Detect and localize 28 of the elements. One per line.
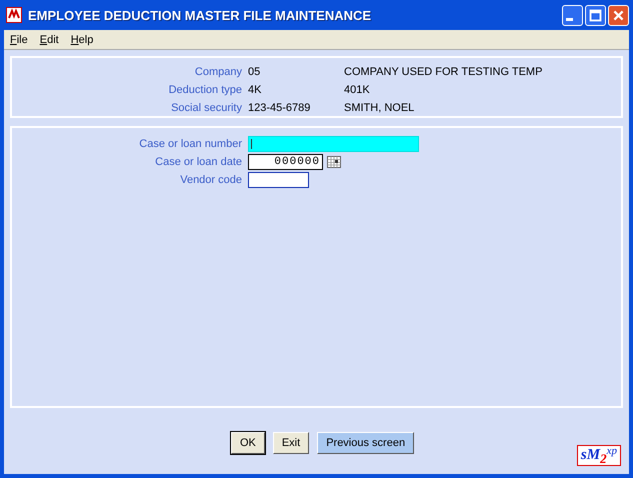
field-value: 05: [248, 65, 260, 80]
minimize-icon: [566, 18, 573, 20]
text-cursor: [251, 139, 252, 149]
calendar-icon[interactable]: [327, 156, 341, 168]
field-label: Case or loan number: [139, 137, 242, 152]
button[interactable]: Previous screen: [317, 432, 414, 454]
field-label: Case or loan date: [155, 155, 242, 170]
field-label: Vendor code: [180, 173, 242, 188]
close-button[interactable]: [608, 4, 629, 26]
menu-item[interactable]: File: [10, 34, 28, 46]
field-description: COMPANY USED FOR TESTING TEMP: [344, 65, 542, 80]
field-label: Company: [194, 65, 242, 80]
field-label: Social security: [171, 101, 242, 116]
minimize-button[interactable]: [562, 4, 583, 26]
maximize-button[interactable]: [585, 4, 606, 26]
window-title: EMPLOYEE DEDUCTION MASTER FILE MAINTENANCE: [28, 8, 372, 22]
app-icon: [6, 7, 22, 23]
button[interactable]: OK: [230, 432, 265, 454]
menu-item[interactable]: Help: [70, 34, 94, 46]
input-field[interactable]: [248, 172, 309, 188]
field-description: 401K: [344, 83, 370, 98]
field-value: 4K: [248, 83, 262, 98]
field-value: 123-45-6789: [248, 101, 310, 116]
field-description: SMITH, NOEL: [344, 101, 414, 116]
button[interactable]: Exit: [272, 432, 310, 454]
menu-item[interactable]: Edit: [40, 34, 59, 46]
field-label: Deduction type: [168, 83, 242, 98]
input-field[interactable]: 000000: [248, 154, 323, 170]
